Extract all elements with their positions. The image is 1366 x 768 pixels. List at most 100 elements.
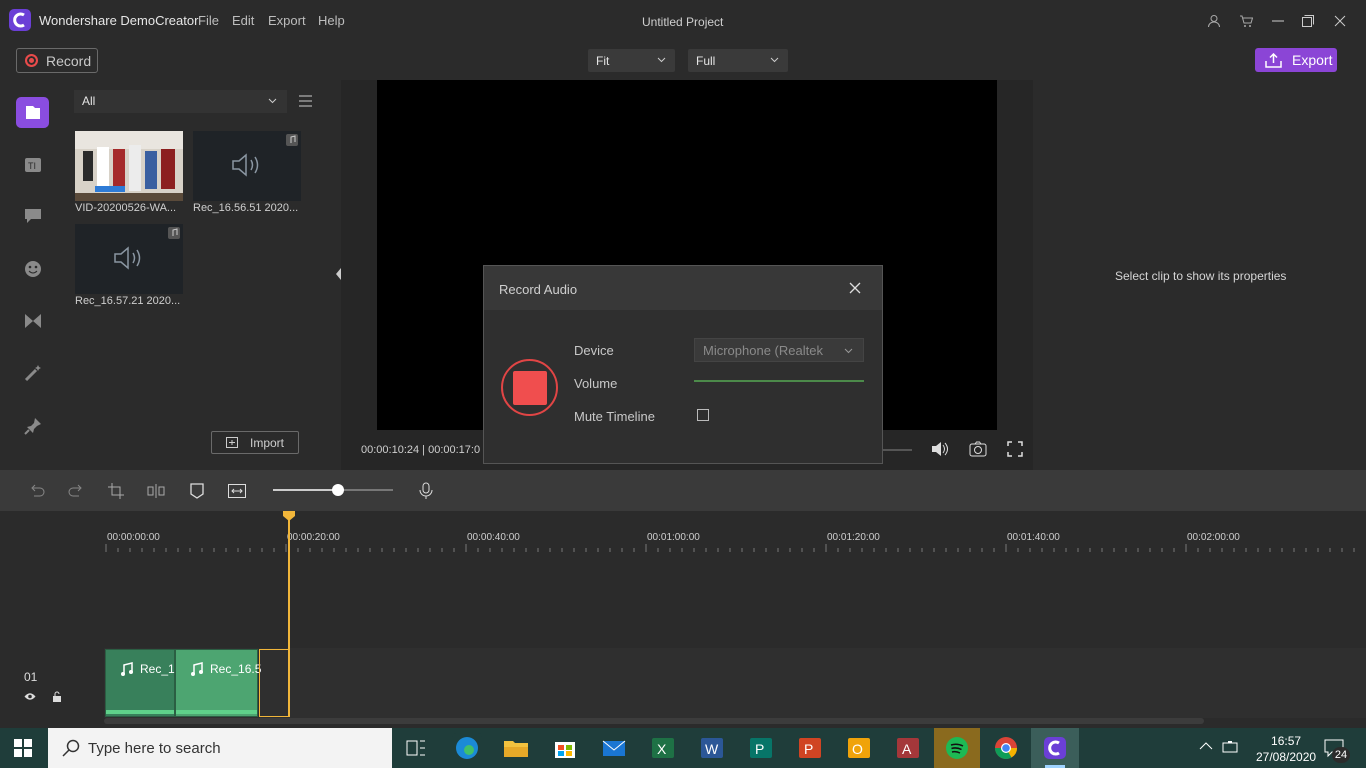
stickers-tab[interactable] xyxy=(22,258,44,280)
dialog-title: Record Audio xyxy=(499,282,578,297)
app-logo-icon xyxy=(9,9,31,31)
network-icon[interactable] xyxy=(1222,740,1240,754)
playhead[interactable] xyxy=(288,512,290,717)
outlook-icon[interactable]: O xyxy=(844,733,874,763)
volume-meter[interactable] xyxy=(694,380,864,382)
close-icon[interactable] xyxy=(1330,11,1350,31)
eye-icon[interactable] xyxy=(24,692,36,701)
export-label: Export xyxy=(1292,52,1333,68)
snapshot-icon[interactable] xyxy=(969,441,987,457)
svg-text:X: X xyxy=(657,741,667,757)
mail-icon[interactable] xyxy=(599,733,629,763)
access-icon[interactable]: A xyxy=(893,733,923,763)
fit-timeline-icon[interactable] xyxy=(227,481,247,501)
fullscreen-icon[interactable] xyxy=(1007,441,1023,457)
svg-text:W: W xyxy=(705,741,719,757)
music-note-icon xyxy=(190,662,204,676)
publisher-icon[interactable]: P xyxy=(746,733,776,763)
store-icon[interactable] xyxy=(550,733,580,763)
filter-value: All xyxy=(82,94,96,108)
menu-edit[interactable]: Edit xyxy=(232,13,254,28)
import-icon xyxy=(225,437,238,448)
chevron-down-icon xyxy=(770,55,779,64)
music-note-icon xyxy=(286,134,298,146)
media-item-name: VID-20200526-WA... xyxy=(75,202,177,214)
ruler-label: 00:01:20:00 xyxy=(827,532,880,543)
menu-export[interactable]: Export xyxy=(268,13,306,28)
redo-icon[interactable] xyxy=(66,481,86,501)
undo-icon[interactable] xyxy=(27,481,47,501)
record-label: Record xyxy=(46,52,92,69)
file-explorer-icon[interactable] xyxy=(501,733,531,763)
app-name: Wondershare DemoCreator xyxy=(39,13,199,28)
menu-file[interactable]: File xyxy=(198,13,219,28)
search-placeholder: Type here to search xyxy=(88,739,221,757)
effects-tab[interactable] xyxy=(22,362,44,384)
lock-icon[interactable] xyxy=(52,691,62,702)
import-button[interactable]: Import xyxy=(211,431,299,454)
pin-tab[interactable] xyxy=(22,415,44,437)
windows-start-icon[interactable] xyxy=(14,739,32,757)
media-library-tab[interactable] xyxy=(16,97,49,128)
word-icon[interactable]: W xyxy=(697,733,727,763)
media-item-audio[interactable] xyxy=(193,131,301,201)
music-note-icon xyxy=(168,227,180,239)
stop-icon xyxy=(512,370,547,405)
list-view-icon[interactable] xyxy=(299,95,312,107)
media-item-audio[interactable] xyxy=(75,224,183,294)
search-icon xyxy=(62,739,80,757)
powerpoint-icon[interactable]: P xyxy=(795,733,825,763)
chevron-up-icon[interactable] xyxy=(1199,741,1213,751)
zoom-slider-handle[interactable] xyxy=(332,484,344,496)
clock-time: 16:57 xyxy=(1271,734,1302,748)
media-filter-select[interactable]: All xyxy=(74,90,287,113)
preview-progress-track[interactable] xyxy=(882,449,912,451)
project-title: Untitled Project xyxy=(642,15,724,29)
mute-timeline-checkbox[interactable] xyxy=(697,409,709,421)
fit-select[interactable]: Fit xyxy=(588,49,675,72)
recording-region xyxy=(259,649,290,717)
split-icon[interactable] xyxy=(146,481,166,501)
spotify-taskbar-item[interactable] xyxy=(934,728,980,768)
marker-icon[interactable] xyxy=(187,481,207,501)
transitions-tab[interactable] xyxy=(22,310,44,332)
taskbar-search[interactable]: Type here to search xyxy=(48,728,392,768)
account-icon[interactable] xyxy=(1204,11,1224,31)
notification-count-badge: 24 xyxy=(1332,747,1350,763)
record-button[interactable]: Record xyxy=(16,48,98,73)
media-item-video[interactable] xyxy=(75,131,183,201)
chrome-icon[interactable] xyxy=(991,733,1021,763)
playhead-handle[interactable] xyxy=(283,511,295,521)
chevron-down-icon xyxy=(844,346,853,355)
device-select[interactable]: Microphone (Realtek xyxy=(694,338,864,362)
ruler-label: 00:00:40:00 xyxy=(467,532,520,543)
quality-select[interactable]: Full xyxy=(688,49,788,72)
microphone-icon[interactable] xyxy=(416,481,436,501)
audio-clip[interactable]: Rec_1 xyxy=(105,649,175,717)
task-view-icon[interactable] xyxy=(406,739,426,757)
timecode: 00:00:10:24 | 00:00:17:0 xyxy=(361,444,481,456)
edge-icon[interactable] xyxy=(452,733,482,763)
democreator-taskbar-item[interactable] xyxy=(1031,728,1079,768)
dialog-close-icon[interactable] xyxy=(849,282,861,294)
annotation-tab[interactable] xyxy=(22,205,44,227)
menu-help[interactable]: Help xyxy=(318,13,345,28)
cart-icon[interactable] xyxy=(1236,11,1256,31)
ruler-label: 00:01:00:00 xyxy=(647,532,700,543)
clip-name: Rec_16.5 xyxy=(210,662,262,676)
excel-icon[interactable]: X xyxy=(648,733,678,763)
export-button[interactable]: Export xyxy=(1255,48,1337,72)
timeline-scrollbar[interactable] xyxy=(104,718,1204,724)
crop-icon[interactable] xyxy=(106,481,126,501)
svg-text:O: O xyxy=(852,741,863,757)
taskbar-clock[interactable]: 16:57 27/08/2020 xyxy=(1256,733,1316,765)
maximize-icon[interactable] xyxy=(1298,11,1318,31)
collapse-left-icon[interactable] xyxy=(336,268,342,280)
volume-icon[interactable] xyxy=(931,441,949,457)
text-tab[interactable]: TI xyxy=(22,154,44,176)
audio-clip[interactable]: Rec_16.5 xyxy=(175,649,262,717)
minimize-icon[interactable] xyxy=(1268,11,1288,31)
device-value: Microphone (Realtek xyxy=(703,343,823,358)
stop-record-button[interactable] xyxy=(501,359,558,416)
track-area xyxy=(104,648,1366,718)
